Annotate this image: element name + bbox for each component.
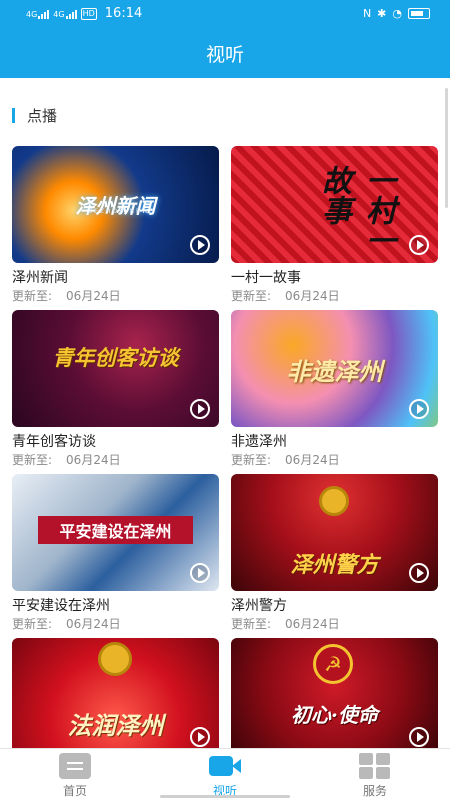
program-title: 泽州警方 bbox=[231, 598, 287, 614]
update-date: 06月24日 bbox=[285, 453, 340, 467]
thumbnail-subtitle: ZEZHOU NEWS bbox=[88, 208, 156, 215]
update-date: 06月24日 bbox=[285, 617, 340, 631]
program-card-youth-maker[interactable]: 青年创客访谈 青年创客访谈 更新至: 06月24日 bbox=[12, 310, 219, 470]
program-title: 泽州新闻 bbox=[12, 270, 68, 286]
play-icon[interactable] bbox=[409, 727, 429, 747]
program-card-mission[interactable]: ☭ 初心·使命 bbox=[231, 638, 438, 748]
nav-item-home[interactable]: 首页 bbox=[35, 753, 115, 799]
update-label: 更新至: bbox=[12, 289, 53, 303]
program-update-date: 更新至: 06月24日 bbox=[231, 615, 340, 632]
section-title: 点播 bbox=[27, 106, 58, 125]
update-date: 06月24日 bbox=[66, 289, 121, 303]
program-update-date: 更新至: 06月24日 bbox=[12, 615, 121, 632]
nav-item-video[interactable]: 视听 bbox=[185, 753, 265, 799]
program-thumbnail[interactable]: 平安建设在泽州 bbox=[12, 474, 219, 591]
program-title: 平安建设在泽州 bbox=[12, 598, 110, 614]
program-card-zezhou-news[interactable]: 泽州新闻 ZEZHOU NEWS 泽州新闻 更新至: 06月24日 bbox=[12, 146, 219, 306]
bluetooth-icon: ✱ bbox=[377, 7, 387, 20]
program-thumbnail[interactable]: 泽州警方 bbox=[231, 474, 438, 591]
play-icon[interactable] bbox=[409, 399, 429, 419]
program-update-date: 更新至: 06月24日 bbox=[12, 287, 121, 304]
video-camera-icon bbox=[209, 753, 241, 779]
page-title: 视听 bbox=[205, 44, 244, 66]
vod-content[interactable]: 点播 泽州新闻 ZEZHOU NEWS 泽州新闻 更新至: 06月24日 一村一故… bbox=[0, 78, 450, 748]
party-emblem-icon: ☭ bbox=[313, 644, 353, 684]
program-update-date: 更新至: 06月24日 bbox=[231, 287, 340, 304]
home-icon bbox=[59, 753, 91, 779]
program-thumbnail[interactable]: 非遗泽州 bbox=[231, 310, 438, 427]
thumbnail-title: 法润泽州 bbox=[67, 710, 164, 740]
section-accent-bar bbox=[12, 107, 15, 123]
app-header: 视听 bbox=[0, 28, 450, 78]
bottom-nav: 首页 视听 服务 bbox=[0, 748, 450, 800]
scrollbar[interactable] bbox=[445, 88, 448, 208]
thumbnail-title: 青年创客访谈 bbox=[52, 345, 179, 371]
grid-icon bbox=[359, 753, 391, 779]
status-time: 16:14 bbox=[104, 6, 143, 21]
signal-icon: 4G bbox=[26, 9, 50, 19]
play-icon[interactable] bbox=[190, 235, 210, 255]
update-date: 06月24日 bbox=[66, 453, 121, 467]
status-right: Ν ✱ ◔ bbox=[363, 7, 430, 20]
play-icon[interactable] bbox=[190, 399, 210, 419]
program-update-date: 更新至: 06月24日 bbox=[231, 451, 340, 468]
signal-icon-2: 4G bbox=[53, 9, 77, 19]
program-thumbnail[interactable]: ☭ 初心·使命 bbox=[231, 638, 438, 748]
thumbnail-title: 一村一故事 bbox=[316, 164, 395, 255]
play-icon[interactable] bbox=[409, 563, 429, 583]
program-title: 青年创客访谈 bbox=[12, 434, 96, 450]
update-label: 更新至: bbox=[12, 453, 53, 467]
update-date: 06月24日 bbox=[66, 617, 121, 631]
thumbnail-title: 平安建设在泽州 bbox=[38, 516, 193, 545]
program-thumbnail[interactable]: 泽州新闻 ZEZHOU NEWS bbox=[12, 146, 219, 263]
nav-item-service[interactable]: 服务 bbox=[335, 753, 415, 799]
thumbnail-title: 初心·使命 bbox=[291, 702, 378, 727]
update-label: 更新至: bbox=[12, 617, 53, 631]
network-type-1: 4G bbox=[26, 9, 38, 19]
update-date: 06月24日 bbox=[285, 289, 340, 303]
update-label: 更新至: bbox=[231, 289, 272, 303]
network-type-2: 4G bbox=[53, 9, 65, 19]
program-title: 一村一故事 bbox=[231, 270, 301, 286]
update-label: 更新至: bbox=[231, 617, 272, 631]
thumbnail-title: 非遗泽州 bbox=[286, 357, 383, 387]
program-card-village-story[interactable]: 一村一故事 一村一故事 更新至: 06月24日 bbox=[231, 146, 438, 306]
nfc-icon: Ν bbox=[362, 7, 372, 20]
program-card-police[interactable]: 泽州警方 泽州警方 更新至: 06月24日 bbox=[231, 474, 438, 634]
play-icon[interactable] bbox=[190, 563, 210, 583]
nav-label-service: 服务 bbox=[362, 784, 387, 798]
section-header: 点播 bbox=[12, 106, 58, 125]
battery-icon bbox=[408, 8, 430, 19]
court-emblem-icon bbox=[98, 642, 132, 676]
update-label: 更新至: bbox=[231, 453, 272, 467]
police-emblem-icon bbox=[319, 486, 349, 516]
program-card-heritage[interactable]: 非遗泽州 非遗泽州 更新至: 06月24日 bbox=[231, 310, 438, 470]
alarm-icon: ◔ bbox=[392, 7, 402, 20]
play-icon[interactable] bbox=[190, 727, 210, 747]
hd-badge: HD bbox=[80, 7, 97, 20]
program-thumbnail[interactable]: 法润泽州 bbox=[12, 638, 219, 748]
program-thumbnail[interactable]: 一村一故事 bbox=[231, 146, 438, 263]
program-card-law[interactable]: 法润泽州 bbox=[12, 638, 219, 748]
thumbnail-title: 泽州警方 bbox=[290, 551, 379, 578]
nav-label-home: 首页 bbox=[62, 784, 87, 798]
program-card-safety[interactable]: 平安建设在泽州 平安建设在泽州 更新至: 06月24日 bbox=[12, 474, 219, 634]
program-update-date: 更新至: 06月24日 bbox=[12, 451, 121, 468]
status-left: 4G 4G HD 16:14 bbox=[26, 6, 142, 21]
status-bar: 4G 4G HD 16:14 Ν ✱ ◔ bbox=[0, 0, 450, 28]
home-indicator[interactable] bbox=[160, 795, 290, 798]
play-icon[interactable] bbox=[409, 235, 429, 255]
program-title: 非遗泽州 bbox=[231, 434, 287, 450]
program-thumbnail[interactable]: 青年创客访谈 bbox=[12, 310, 219, 427]
thumbnail-title: 泽州新闻 bbox=[75, 194, 156, 219]
